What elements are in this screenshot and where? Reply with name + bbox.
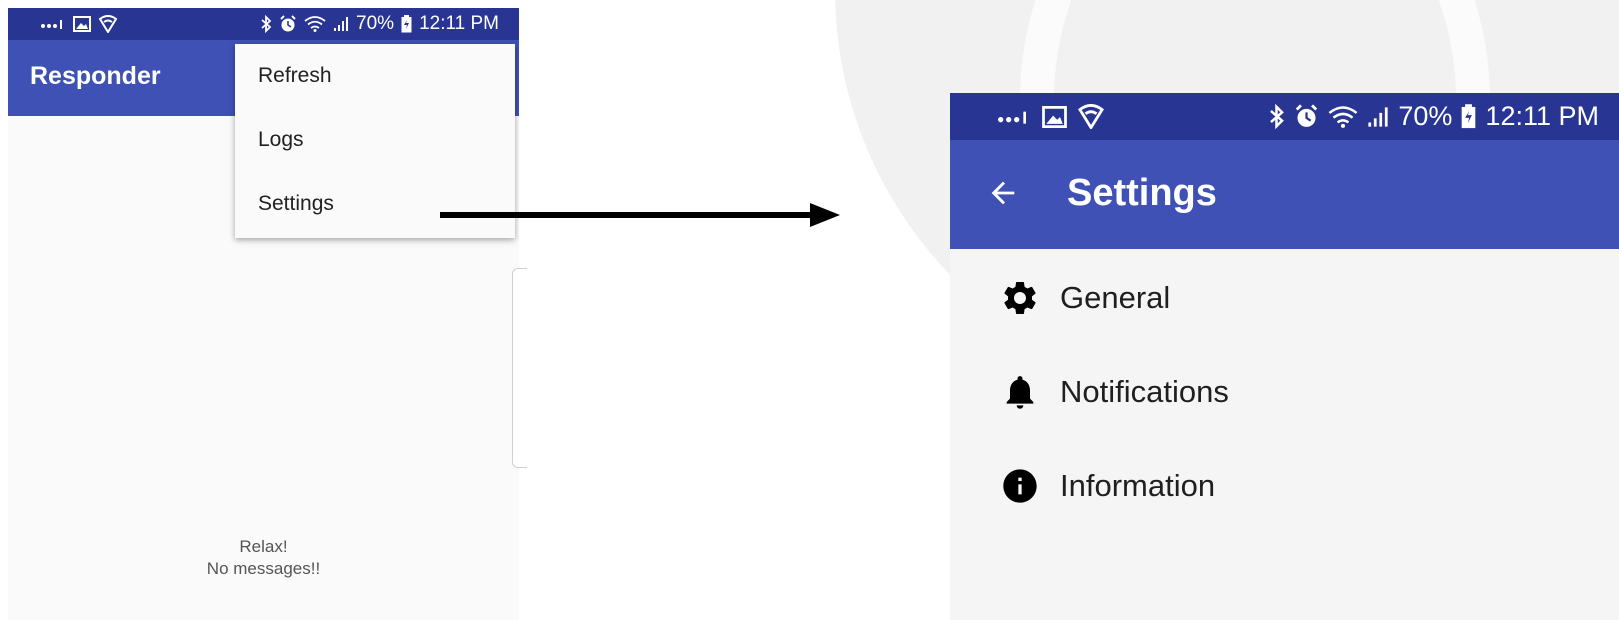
settings-list: General Notifications Information xyxy=(950,251,1619,533)
right-screen: 70% 12:11 PM Settings General Notificati… xyxy=(950,93,1619,620)
signal-icon xyxy=(1367,106,1389,128)
page-title: Settings xyxy=(1067,172,1217,214)
settings-item-label: Information xyxy=(1060,468,1216,503)
shield-wifi-icon xyxy=(1077,104,1105,129)
bluetooth-icon xyxy=(260,15,272,33)
status-time: 12:11 PM xyxy=(419,13,499,34)
battery-percentage: 70% xyxy=(356,13,395,34)
alarm-icon xyxy=(1294,104,1319,129)
alarm-icon xyxy=(279,15,297,33)
status-bar: 70% 12:11 PM xyxy=(950,93,1619,140)
menu-item-refresh[interactable]: Refresh xyxy=(235,44,515,108)
status-time: 12:11 PM xyxy=(1485,101,1599,131)
signal-dots-icon xyxy=(996,109,1032,125)
battery-icon xyxy=(1461,104,1476,129)
wifi-icon xyxy=(304,16,326,32)
settings-item-label: General xyxy=(1060,280,1171,315)
settings-item-label: Notifications xyxy=(1060,374,1229,409)
settings-item-general[interactable]: General xyxy=(950,251,1619,345)
battery-icon xyxy=(401,15,412,33)
transition-arrow xyxy=(440,200,840,235)
image-icon xyxy=(1042,105,1067,128)
app-bar: Settings xyxy=(950,140,1619,249)
signal-dots-icon xyxy=(40,18,66,30)
info-icon xyxy=(1000,466,1040,506)
image-icon xyxy=(73,16,91,32)
menu-item-logs[interactable]: Logs xyxy=(235,108,515,172)
left-screen: 70% 12:11 PM Responder Refresh Logs Sett… xyxy=(8,8,519,620)
battery-percentage: 70% xyxy=(1398,101,1453,131)
empty-state-message: Relax! No messages!! xyxy=(8,536,519,580)
signal-icon xyxy=(333,16,349,32)
card-edge xyxy=(512,268,527,468)
settings-item-notifications[interactable]: Notifications xyxy=(950,345,1619,439)
empty-state-line1: Relax! xyxy=(239,537,288,556)
bluetooth-icon xyxy=(1268,104,1285,129)
settings-item-information[interactable]: Information xyxy=(950,439,1619,533)
wifi-icon xyxy=(1328,105,1358,128)
app-title: Responder xyxy=(30,62,161,90)
empty-state-line2: No messages!! xyxy=(206,559,321,578)
status-bar: 70% 12:11 PM xyxy=(8,8,519,40)
shield-wifi-icon xyxy=(98,15,118,33)
gear-icon xyxy=(1000,278,1040,318)
bell-icon xyxy=(1000,372,1040,412)
back-arrow-icon[interactable] xyxy=(986,176,1020,215)
